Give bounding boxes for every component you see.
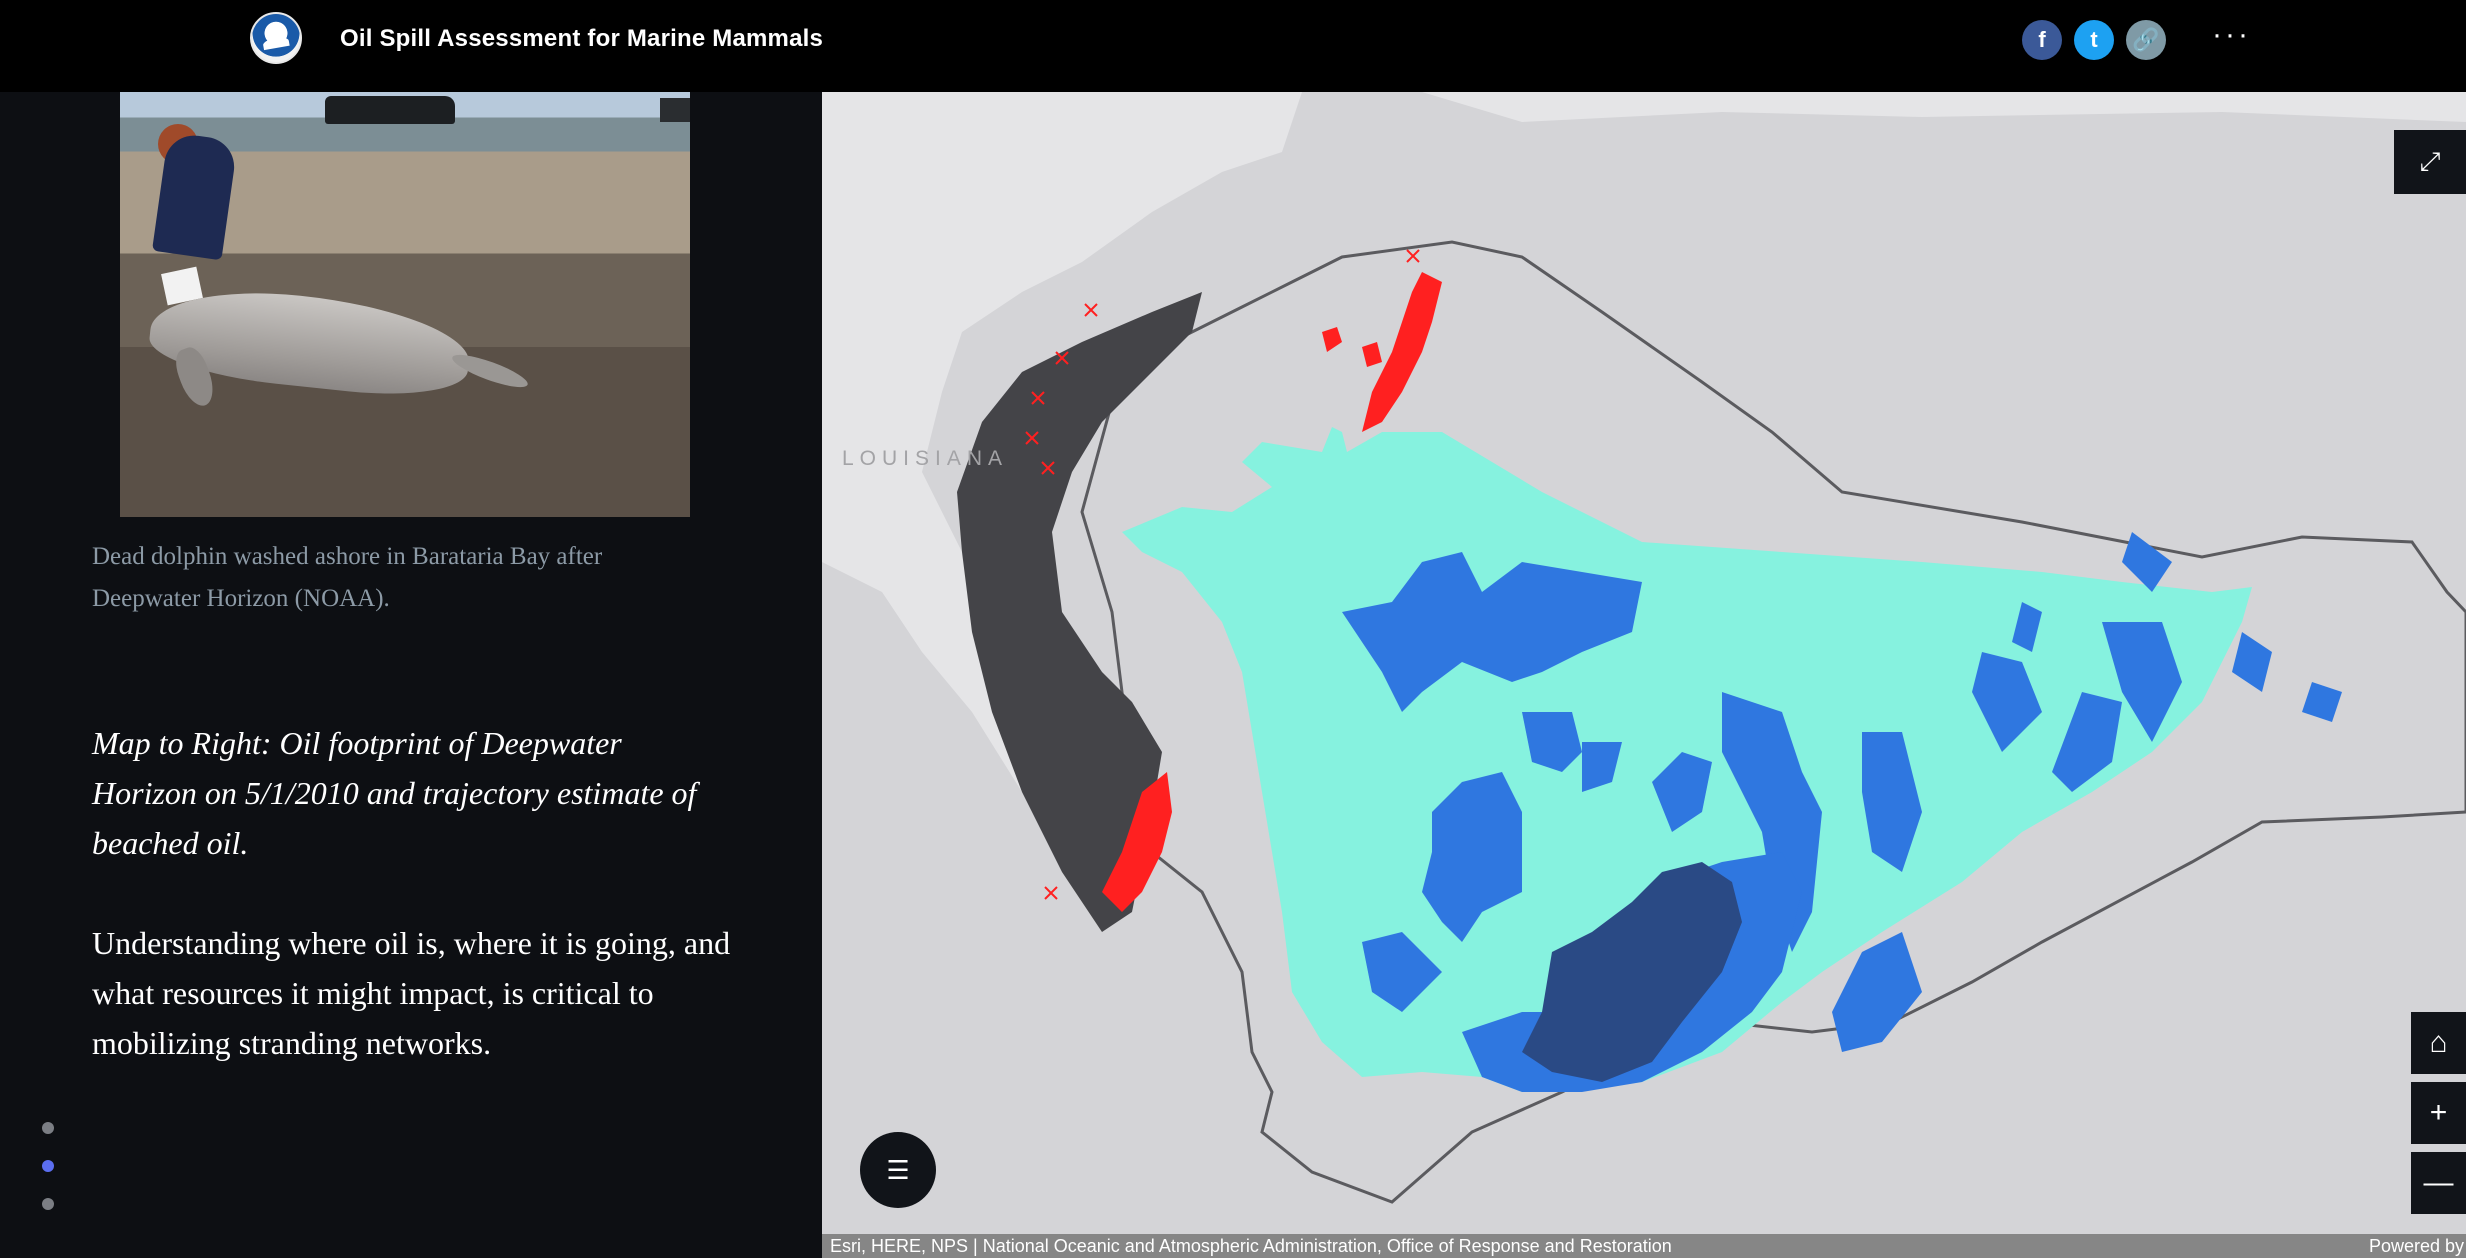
- beached-oil-patch: [1322, 327, 1342, 352]
- zoom-out-button[interactable]: —: [2411, 1152, 2466, 1214]
- home-icon: ⌂: [2429, 1026, 2448, 1059]
- attribution-text: Esri, HERE, NPS | National Oceanic and A…: [830, 1236, 1672, 1256]
- louisiana-label: LOUISIANA: [842, 447, 1009, 470]
- map-canvas: [822, 92, 2466, 1204]
- app-title: Oil Spill Assessment for Marine Mammals: [340, 25, 824, 52]
- beached-oil-patch: [1362, 342, 1382, 367]
- facebook-icon: f: [2038, 27, 2046, 52]
- copy-link-button[interactable]: 🔗: [2126, 20, 2166, 60]
- home-button[interactable]: ⌂: [2411, 1012, 2466, 1074]
- legend-button[interactable]: ☰: [860, 1132, 936, 1208]
- fullscreen-expand-button[interactable]: ⤢: [2394, 130, 2466, 194]
- zoom-in-button[interactable]: +: [2411, 1082, 2466, 1144]
- photo-caption: Dead dolphin washed ashore in Barataria …: [92, 543, 603, 612]
- expand-icon: ⤢: [2419, 146, 2441, 176]
- powered-by-link[interactable]: Powered by: [2369, 1234, 2466, 1258]
- link-icon: 🔗: [2132, 27, 2160, 52]
- dolphin-photo: [120, 92, 690, 517]
- section-nav-dot-2-active[interactable]: [42, 1160, 54, 1172]
- app-header: Oil Spill Assessment for Marine Mammals …: [0, 0, 2466, 92]
- narrative-paragraph: Understanding where oil is, where it is …: [92, 925, 731, 1061]
- narrative-panel: Dead dolphin washed ashore in Barataria …: [0, 92, 822, 1258]
- more-options-button[interactable]: ···: [2212, 18, 2251, 52]
- section-nav-dot-1[interactable]: [42, 1122, 54, 1134]
- facebook-share-button[interactable]: f: [2022, 20, 2062, 60]
- plus-icon: +: [2429, 1096, 2448, 1129]
- twitter-icon: t: [2090, 27, 2098, 52]
- map-attribution: Esri, HERE, NPS | National Oceanic and A…: [822, 1234, 2466, 1258]
- noaa-logo[interactable]: [250, 12, 302, 64]
- oil-patch: [2232, 632, 2272, 692]
- minus-icon: —: [2423, 1166, 2454, 1199]
- oil-patch: [2302, 682, 2342, 722]
- map-description-heading: Map to Right: Oil footprint of Deepwater…: [92, 725, 697, 861]
- section-nav-dot-3[interactable]: [42, 1198, 54, 1210]
- land-area-north: [1422, 92, 2466, 122]
- twitter-share-button[interactable]: t: [2074, 20, 2114, 60]
- oil-footprint-map[interactable]: LOUISIANA ⤢ ☰ ⌂ + — Esri, HERE, NPS | Na…: [822, 92, 2466, 1258]
- legend-list-icon: ☰: [886, 1154, 910, 1185]
